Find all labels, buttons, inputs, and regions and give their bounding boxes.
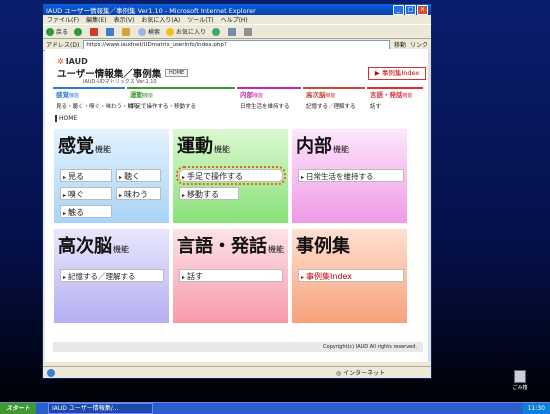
nav-motor[interactable]: 運動機能 手足で操作する・移動する	[127, 87, 235, 112]
menu-tools[interactable]: ツール(T)	[187, 15, 213, 24]
iaud-logo: ✲ IAUD	[57, 57, 88, 66]
page-footer: Copyright(c) IAUD All rights reserved.	[53, 342, 423, 352]
tile-cognitive: 高次脳機能 ▸ 記憶する／理解する	[53, 228, 170, 324]
maximize-button[interactable]: □	[405, 4, 416, 15]
links-button[interactable]: リンク	[410, 40, 428, 49]
tile-sense: 感覚機能 ▸ 見る ▸ 聴く ▸ 嗅ぐ ▸ 味わう ▸ 触る	[53, 128, 170, 224]
favorites-button[interactable]: お気に入り	[166, 27, 206, 36]
menu-favorites[interactable]: お気に入り(A)	[141, 15, 180, 24]
taskbar: スタート IAUD ユーザー情報集/... 11:30	[0, 402, 550, 414]
hear-button[interactable]: ▸ 聴く	[116, 169, 161, 182]
minimize-button[interactable]: _	[393, 4, 404, 15]
case-index-button[interactable]: ▶ 事例集Index	[368, 67, 426, 80]
history-button[interactable]	[212, 27, 222, 36]
speak-button[interactable]: ▸ 話す	[179, 269, 283, 282]
back-label: 戻る	[56, 29, 69, 36]
touch-button[interactable]: ▸ 触る	[60, 205, 112, 218]
page-content: ✲ IAUD ユーザー情報集／事例集 IAUD-UDマトリックス Ver.1.10…	[45, 49, 429, 362]
category-nav: 感覚機能 見る・聴く・嗅ぐ・味わう・触る 運動機能 手足で操作する・移動する 内…	[53, 87, 423, 110]
tile-internal: 内部機能 ▸ 日常生活を維持する	[291, 128, 408, 224]
tile-speech-title: 言語・発話機能	[177, 236, 284, 257]
remember-understand-button[interactable]: ▸ 記憶する／理解する	[60, 269, 164, 282]
tile-speech: 言語・発話機能 ▸ 話す	[172, 228, 289, 324]
tile-cognitive-title: 高次脳機能	[58, 236, 129, 257]
print-button[interactable]	[244, 27, 254, 36]
logo-mark-icon: ✲	[57, 57, 64, 66]
taste-button[interactable]: ▸ 味わう	[116, 187, 161, 200]
recycle-bin-icon	[514, 370, 526, 383]
favorites-label: お気に入り	[176, 29, 207, 36]
browser-window: IAUD ユーザー情報集／事例集 Ver1.10 - Microsoft Int…	[42, 3, 432, 379]
page-version: IAUD-UDマトリックス Ver.1.10	[83, 79, 157, 85]
menu-edit[interactable]: 編集(E)	[86, 15, 106, 24]
home-toolbar-button[interactable]	[122, 27, 132, 36]
refresh-button[interactable]	[106, 27, 116, 36]
forward-button[interactable]	[74, 27, 84, 36]
nav-internal[interactable]: 内部機能 日常生活を維持する	[237, 87, 301, 112]
stop-icon	[90, 27, 99, 36]
search-icon	[138, 27, 147, 36]
mail-button[interactable]	[228, 27, 238, 36]
case-index-tile-button[interactable]: ▸ 事例集Index	[298, 269, 404, 282]
search-button[interactable]: 検索	[138, 27, 160, 36]
tile-sense-title: 感覚機能	[58, 136, 111, 157]
operate-with-limbs-button[interactable]: ▸ 手足で操作する	[176, 166, 286, 185]
history-icon	[212, 27, 221, 36]
stop-button[interactable]	[90, 27, 100, 36]
tile-motor: 運動機能 ▸ 手足で操作する ▸ 移動する	[172, 128, 289, 224]
recycle-bin[interactable]: ごみ箱	[508, 370, 532, 391]
menu-help[interactable]: ヘルプ(H)	[221, 15, 248, 24]
back-button[interactable]: 戻る	[46, 27, 68, 36]
menu-view[interactable]: 表示(V)	[114, 15, 135, 24]
scrollbar[interactable]	[428, 49, 431, 362]
nav-speech[interactable]: 言語・発話機能 話す	[367, 87, 423, 112]
close-button[interactable]: ×	[417, 4, 428, 15]
see-button[interactable]: ▸ 見る	[60, 169, 112, 182]
back-arrow-icon	[46, 27, 54, 36]
menu-bar: ファイル(F) 編集(E) 表示(V) お気に入り(A) ツール(T) ヘルプ(…	[43, 15, 431, 24]
recycle-bin-label: ごみ箱	[512, 385, 528, 391]
menu-file[interactable]: ファイル(F)	[47, 15, 79, 24]
clock: 11:30	[527, 405, 545, 412]
address-input[interactable]: https://www.iaudnet/UDmatrix_userinfo/in…	[83, 39, 390, 50]
go-button[interactable]: 移動	[394, 40, 406, 49]
daily-life-button[interactable]: ▸ 日常生活を維持する	[298, 169, 404, 182]
smell-button[interactable]: ▸ 嗅ぐ	[60, 187, 112, 200]
search-label: 検索	[148, 29, 161, 36]
security-zone: ◎ インターネット	[336, 370, 386, 377]
page-header: ✲ IAUD ユーザー情報集／事例集 IAUD-UDマトリックス Ver.1.10…	[53, 57, 426, 87]
start-button[interactable]: スタート	[0, 403, 37, 414]
tile-cases: 事例集 ▸ 事例集Index	[291, 228, 408, 324]
breadcrumb: HOME	[55, 115, 77, 122]
nav-cognitive[interactable]: 高次脳機能 記憶する／理解する	[303, 87, 365, 112]
print-icon	[244, 27, 253, 36]
move-button[interactable]: ▸ 移動する	[179, 187, 239, 200]
tile-motor-title: 運動機能	[177, 136, 230, 157]
title-bar: IAUD ユーザー情報集／事例集 Ver1.10 - Microsoft Int…	[43, 4, 431, 15]
forward-arrow-icon	[74, 27, 83, 36]
page-done-icon	[47, 368, 55, 377]
star-icon	[166, 27, 175, 36]
window-title: IAUD ユーザー情報集／事例集 Ver1.10 - Microsoft Int…	[46, 6, 256, 15]
nav-sense[interactable]: 感覚機能 見る・聴く・嗅ぐ・味わう・触る	[53, 87, 139, 112]
home-icon	[122, 27, 131, 36]
refresh-icon	[106, 27, 115, 36]
mail-icon	[228, 27, 237, 36]
status-bar: ◎ インターネット	[43, 366, 431, 378]
toolbar: 戻る 検索 お気に入り	[43, 24, 431, 39]
tile-internal-title: 内部機能	[296, 136, 349, 157]
tile-cases-title: 事例集	[296, 236, 350, 257]
system-tray: 11:30	[522, 403, 550, 414]
taskbar-window-button[interactable]: IAUD ユーザー情報集/...	[48, 403, 154, 414]
home-button[interactable]: HOME	[165, 69, 189, 77]
address-label: アドレス(D)	[46, 42, 80, 49]
